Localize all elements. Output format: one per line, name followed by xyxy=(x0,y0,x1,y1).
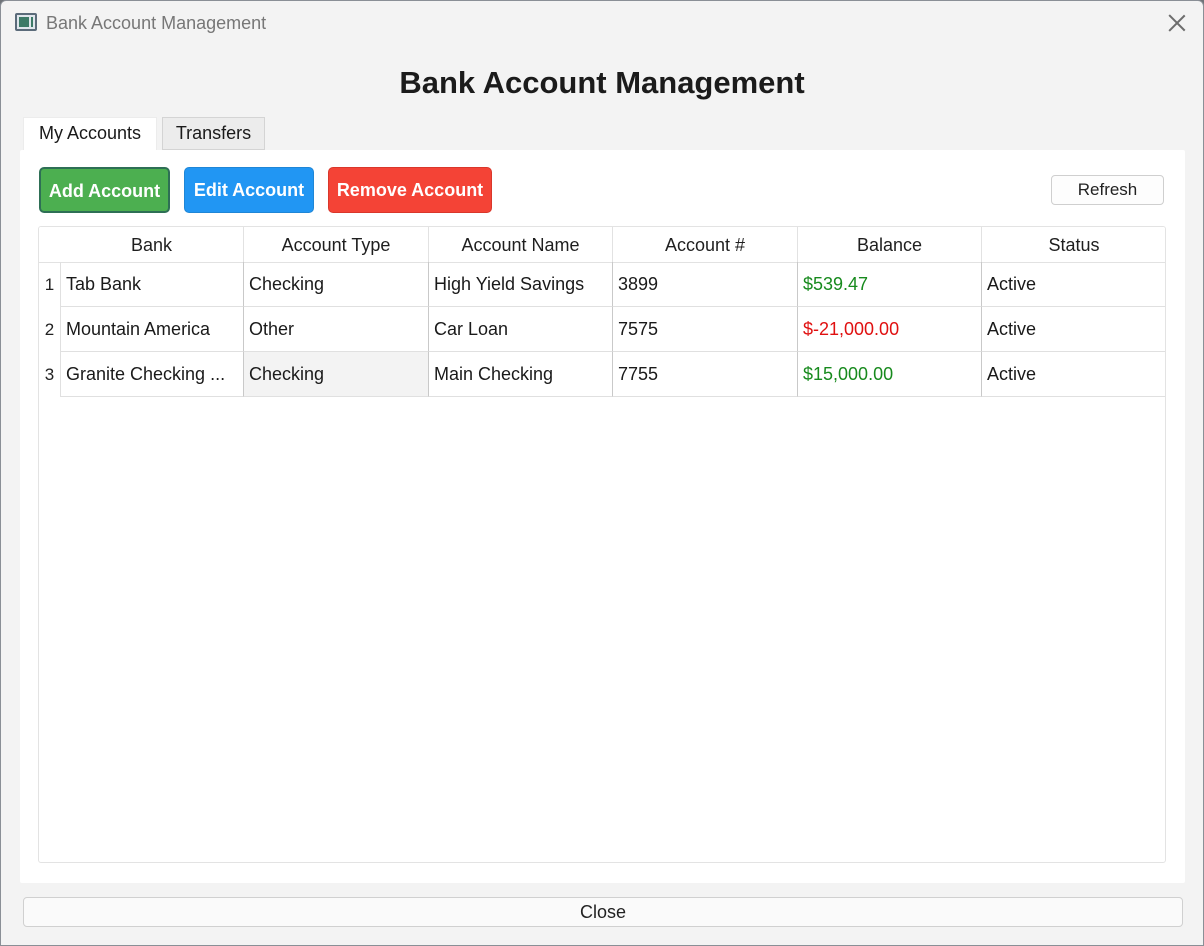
window-title: Bank Account Management xyxy=(46,13,267,33)
app-window: Bank Account Management Bank Account Man… xyxy=(0,0,1204,946)
cell-status[interactable]: Active xyxy=(982,307,1165,352)
cell-account-number[interactable]: 3899 xyxy=(613,262,798,307)
close-window-icon[interactable] xyxy=(1167,13,1187,33)
row-number: 2 xyxy=(44,320,55,339)
row-number: 1 xyxy=(44,275,55,294)
table-row[interactable]: 2 Mountain America Other Car Loan 7575 $… xyxy=(39,307,1165,352)
column-header-bank[interactable]: Bank xyxy=(60,227,244,263)
app-icon xyxy=(15,13,37,31)
column-header-status[interactable]: Status xyxy=(982,227,1165,263)
table-header: Bank Account Type Account Name Account #… xyxy=(39,227,1165,263)
cell-account-name[interactable]: Main Checking xyxy=(429,352,613,397)
cell-balance[interactable]: $539.47 xyxy=(798,262,982,307)
cell-account-number[interactable]: 7755 xyxy=(613,352,798,397)
cell-account-type[interactable]: Other xyxy=(244,307,429,352)
tab-transfers[interactable]: Transfers xyxy=(162,117,265,150)
column-header-account-number[interactable]: Account # xyxy=(613,227,798,263)
cell-account-name[interactable]: Car Loan xyxy=(429,307,613,352)
title-bar: Bank Account Management xyxy=(1,1,1203,45)
cell-status[interactable]: Active xyxy=(982,352,1165,397)
column-header-account-name[interactable]: Account Name xyxy=(429,227,613,263)
remove-account-button[interactable]: Remove Account xyxy=(328,167,492,213)
table-row[interactable]: 1 Tab Bank Checking High Yield Savings 3… xyxy=(39,262,1165,307)
cell-account-number[interactable]: 7575 xyxy=(613,307,798,352)
cell-status[interactable]: Active xyxy=(982,262,1165,307)
tab-my-accounts[interactable]: My Accounts xyxy=(23,117,157,150)
add-account-button[interactable]: Add Account xyxy=(39,167,170,213)
column-header-balance[interactable]: Balance xyxy=(798,227,982,263)
cell-account-name[interactable]: High Yield Savings xyxy=(429,262,613,307)
cell-bank[interactable]: Granite Checking ... xyxy=(60,352,244,397)
table-row[interactable]: 3 Granite Checking ... Checking Main Che… xyxy=(39,352,1165,397)
edit-account-button[interactable]: Edit Account xyxy=(184,167,314,213)
cell-bank[interactable]: Mountain America xyxy=(60,307,244,352)
column-header-account-type[interactable]: Account Type xyxy=(244,227,429,263)
cell-account-type[interactable]: Checking xyxy=(244,352,429,397)
cell-account-type[interactable]: Checking xyxy=(244,262,429,307)
row-number: 3 xyxy=(44,365,55,384)
close-button[interactable]: Close xyxy=(23,897,1183,927)
accounts-table[interactable]: Bank Account Type Account Name Account #… xyxy=(38,226,1166,863)
cell-balance[interactable]: $-21,000.00 xyxy=(798,307,982,352)
cell-bank[interactable]: Tab Bank xyxy=(60,262,244,307)
refresh-button[interactable]: Refresh xyxy=(1051,175,1164,205)
page-title: Bank Account Management xyxy=(399,65,805,100)
cell-balance[interactable]: $15,000.00 xyxy=(798,352,982,397)
